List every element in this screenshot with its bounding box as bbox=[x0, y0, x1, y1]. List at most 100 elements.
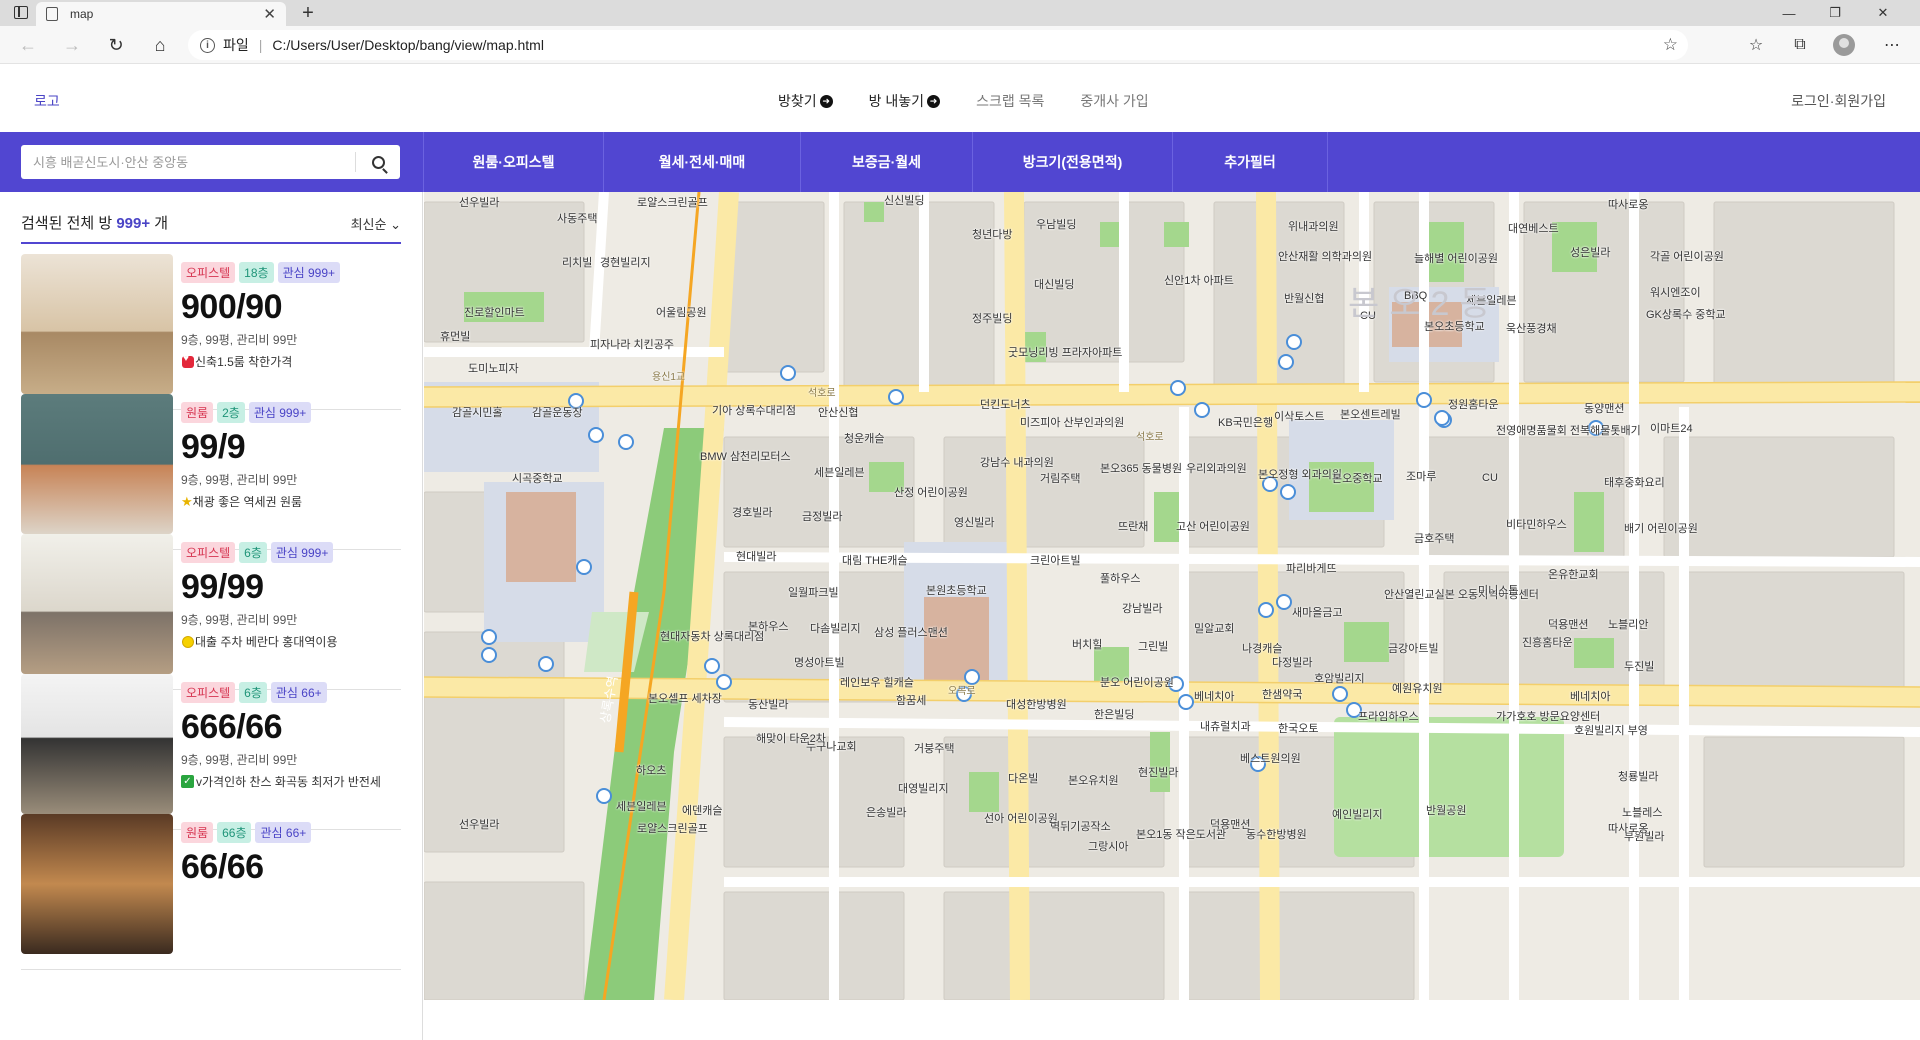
map-poi-label[interactable]: 다솜빌리지 bbox=[810, 620, 861, 636]
room-card[interactable]: 원룸 66층 관심 66+ 66/66 bbox=[21, 800, 401, 970]
map-poi-label[interactable]: 청년다방 bbox=[972, 226, 1012, 242]
map-view[interactable]: 선우빌라 로얄스크린골프 사동주택 리치빌 경현빌리지 어울림공원 진로할인마트 휴먼빌 피자나… bbox=[424, 192, 1920, 1000]
map-poi-label[interactable]: 안산재활 의학과의원 bbox=[1278, 248, 1372, 264]
map-poi-label[interactable]: KB국민은행 bbox=[1218, 414, 1273, 430]
map-poi-label[interactable]: 청운캐슬 bbox=[844, 430, 884, 446]
map-poi-label[interactable]: 파리바게뜨 bbox=[1286, 560, 1337, 576]
map-poi-label[interactable]: 프라임하우스 bbox=[1358, 708, 1419, 724]
map-poi-label[interactable]: 베네치아 bbox=[1194, 688, 1234, 704]
map-poi-label[interactable]: 에덴캐슬 bbox=[682, 802, 722, 818]
map-poi-label[interactable]: 본오365 동물병원 bbox=[1100, 460, 1182, 476]
profile-avatar[interactable] bbox=[1830, 31, 1858, 59]
map-poi-label[interactable]: 한샘약국 bbox=[1262, 686, 1302, 702]
map-poi-label[interactable]: 안산신협 bbox=[818, 404, 858, 420]
filter-more[interactable]: 추가필터 bbox=[1172, 132, 1328, 192]
collections-icon[interactable]: ⧉ bbox=[1786, 31, 1814, 59]
map-poi-label[interactable]: 따사로옹 bbox=[1608, 820, 1648, 836]
map-poi-label[interactable]: 어울림공원 bbox=[656, 304, 707, 320]
reload-icon[interactable]: ↻ bbox=[102, 31, 130, 59]
map-poi-label[interactable]: 진로할인마트 bbox=[464, 304, 525, 320]
map-poi-label[interactable]: 이마트24 bbox=[1650, 420, 1693, 436]
map-poi-label[interactable]: 청룡빌라 bbox=[1618, 768, 1658, 784]
nav-find-room[interactable]: 방찾기 ➜ bbox=[778, 91, 833, 111]
map-poi-label[interactable]: 거림주택 bbox=[1040, 470, 1080, 486]
info-icon[interactable]: i bbox=[200, 37, 215, 53]
map-poi-label[interactable]: 한은빌딩 bbox=[1094, 706, 1134, 722]
map-poi-label[interactable]: 반월신협 bbox=[1284, 290, 1324, 306]
map-poi-label[interactable]: 뜨란채 bbox=[1118, 518, 1148, 534]
map-poi-label[interactable]: 로얄스크린골프 bbox=[637, 820, 708, 836]
map-poi-label[interactable]: 함꿈세 bbox=[896, 692, 926, 708]
map-poi-label[interactable]: 신안1차 아파트 bbox=[1164, 272, 1234, 288]
map-poi-label[interactable]: 영신빌라 bbox=[954, 514, 994, 530]
map-poi-label[interactable]: 성은빌라 bbox=[1570, 244, 1610, 260]
map-poi-label[interactable]: 명성아트빌 bbox=[794, 654, 845, 670]
map-poi-label[interactable]: 온유한교회 bbox=[1548, 566, 1599, 582]
map-poi-label[interactable]: 베네치아 bbox=[1570, 688, 1610, 704]
map-poi-label[interactable]: 굿모닝리빙 프라자아파트 bbox=[1008, 344, 1122, 360]
map-poi-label[interactable]: 휴먼빌 bbox=[440, 328, 470, 344]
search-input[interactable] bbox=[21, 145, 355, 179]
map-poi-label[interactable]: 세븐일레븐 bbox=[814, 464, 865, 480]
map-poi-label[interactable]: 동양맨션 bbox=[1584, 400, 1624, 416]
map-poi-label[interactable]: 사동주택 bbox=[557, 210, 597, 226]
nav-scrap-list[interactable]: 스크랩 목록 bbox=[976, 91, 1044, 111]
map-poi-label[interactable]: 다정빌라 bbox=[1272, 654, 1312, 670]
room-photo[interactable] bbox=[21, 394, 173, 534]
nav-list-room[interactable]: 방 내놓기 ➜ bbox=[869, 91, 941, 111]
map-poi-label[interactable]: 덕용맨션 bbox=[1548, 616, 1588, 632]
map-poi-label[interactable]: 노블리안 bbox=[1608, 616, 1648, 632]
map-poi-label[interactable]: 본오셀프 세차장 bbox=[648, 690, 722, 706]
login-signup-link[interactable]: 로그인·회원가입 bbox=[1791, 91, 1886, 111]
map-poi-label[interactable]: GK상록수 중학교 bbox=[1646, 306, 1726, 322]
filter-room-type[interactable]: 원룸·오피스텔 bbox=[423, 132, 603, 192]
map-poi-label[interactable]: 버치힐 bbox=[1072, 636, 1102, 652]
map-poi-label[interactable]: CU bbox=[1482, 472, 1498, 484]
map-poi-label[interactable]: 도미노피자 bbox=[468, 360, 519, 376]
map-poi-label[interactable]: 현대자동차 상록대리점 bbox=[660, 628, 764, 644]
map-poi-label[interactable]: 선우빌라 bbox=[459, 816, 499, 832]
nav-agent-signup[interactable]: 중개사 가입 bbox=[1080, 91, 1148, 111]
home-icon[interactable]: ⌂ bbox=[146, 31, 174, 59]
forward-icon[interactable]: → bbox=[58, 31, 86, 59]
map-poi-label[interactable]: 전영애명품물회 전복해물톳배기 bbox=[1496, 422, 1641, 438]
map-poi-label[interactable]: 신신빌딩 bbox=[884, 192, 924, 208]
map-poi-label[interactable]: 워시엔조이 bbox=[1650, 284, 1701, 300]
room-photo[interactable] bbox=[21, 674, 173, 814]
map-poi-label[interactable]: 새마을금고 bbox=[1292, 604, 1343, 620]
browser-tab[interactable]: map ✕ bbox=[36, 2, 286, 26]
map-poi-label[interactable]: 은송빌라 bbox=[866, 804, 906, 820]
more-menu-icon[interactable]: ⋯ bbox=[1878, 31, 1906, 59]
minimize-icon[interactable]: — bbox=[1766, 0, 1812, 26]
map-poi-label[interactable]: 금정빌라 bbox=[802, 508, 842, 524]
sort-dropdown[interactable]: 최신순 ⌄ bbox=[351, 214, 401, 233]
address-bar[interactable]: i 파일 | C:/Users/User/Desktop/bang/view/m… bbox=[188, 30, 1688, 60]
map-poi-label[interactable]: 태후중화요리 bbox=[1604, 474, 1665, 490]
map-poi-label[interactable]: 두진빌 bbox=[1624, 658, 1654, 674]
map-poi-label[interactable]: 누구나교회 bbox=[806, 738, 857, 754]
map-poi-label[interactable]: 대연베스트 bbox=[1508, 220, 1559, 236]
logo[interactable]: 로고 bbox=[34, 91, 60, 111]
map-poi-label[interactable]: 레인보우 힐캐슬 bbox=[840, 674, 914, 690]
map-poi-label[interactable]: 동수한방병원 bbox=[1246, 826, 1307, 842]
map-poi-label[interactable]: 본오유치원 bbox=[1068, 772, 1119, 788]
map-poi-label[interactable]: 본오1동 작은도서관 bbox=[1136, 826, 1226, 842]
map-poi-label[interactable]: 금호주택 bbox=[1414, 530, 1454, 546]
map-poi-label[interactable]: 풀하우스 bbox=[1100, 570, 1140, 586]
map-poi-label[interactable]: 내츄럴치과 bbox=[1200, 718, 1251, 734]
map-poi-label[interactable]: 선우빌라 bbox=[459, 194, 499, 210]
map-poi-label[interactable]: 진흥홈타운 bbox=[1522, 634, 1573, 650]
map-poi-label[interactable]: 한국오토 bbox=[1278, 720, 1318, 736]
sidebar-toggle-icon[interactable] bbox=[14, 6, 28, 19]
map-poi-label[interactable]: 위내과의원 bbox=[1288, 218, 1339, 234]
map-poi-label[interactable]: 본오센트레빌 bbox=[1340, 406, 1401, 422]
map-poi-label[interactable]: 늘해별 어린이공원 bbox=[1414, 250, 1498, 266]
window-close-icon[interactable]: ✕ bbox=[1860, 0, 1906, 26]
map-poi-label[interactable]: 본원초등학교 bbox=[926, 582, 987, 598]
map-poi-label[interactable]: 던킨도너츠 bbox=[980, 396, 1031, 412]
map-poi-label[interactable]: 노블레스 bbox=[1622, 804, 1662, 820]
map-poi-label[interactable]: 경호빌라 bbox=[732, 504, 772, 520]
map-poi-label[interactable]: 그랑시아 bbox=[1088, 838, 1128, 854]
map-poi-label[interactable]: 일월파크빌 bbox=[788, 584, 839, 600]
map-poi-label[interactable]: 경현빌리지 bbox=[600, 254, 651, 270]
